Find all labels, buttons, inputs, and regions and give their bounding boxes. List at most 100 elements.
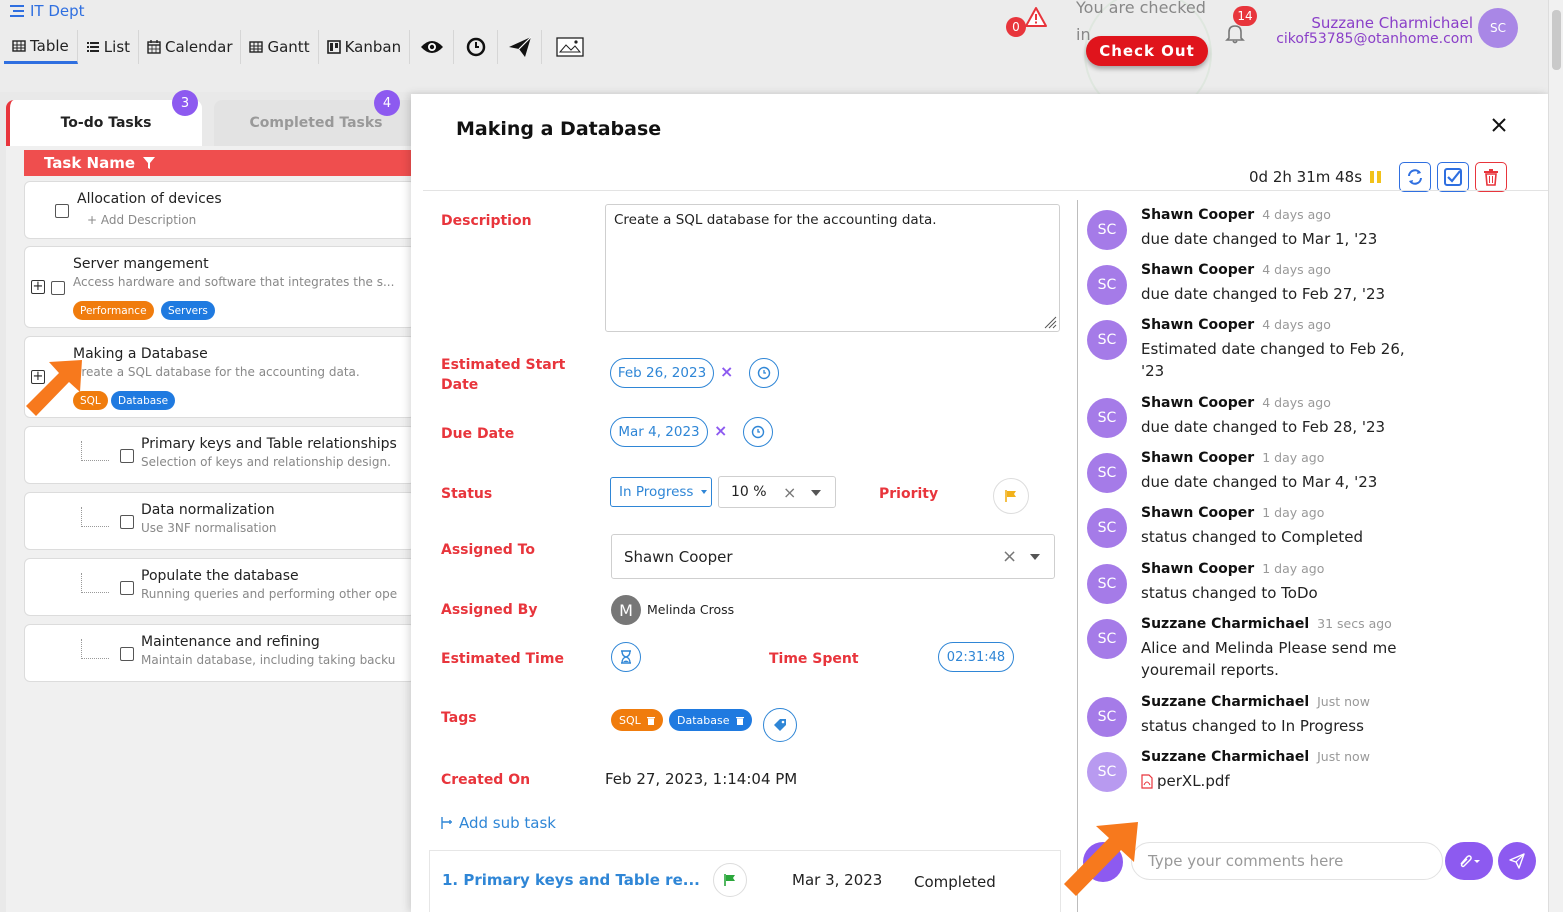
activity-avatar: SC [1087, 697, 1127, 737]
tab-kanban[interactable]: Kanban [319, 30, 411, 64]
tab-todo-tasks[interactable]: To-do Tasks 3 [6, 90, 202, 146]
mark-complete-button[interactable] [1437, 162, 1469, 192]
eye-icon [420, 41, 443, 53]
description-text: Create a SQL database for the accounting… [614, 212, 937, 228]
tab-completed-tasks[interactable]: Completed Tasks 4 [214, 90, 418, 146]
activity-text: due date changed to Mar 1, '23 [1141, 230, 1378, 248]
header-divider [423, 190, 1548, 191]
attach-button[interactable] [1445, 842, 1493, 880]
task-desc: Running queries and performing other ope [141, 587, 398, 601]
tab-list[interactable]: List [78, 30, 140, 64]
image-button[interactable] [542, 30, 598, 64]
scrollbar-thumb[interactable] [1552, 10, 1561, 70]
estimated-time-button[interactable] [611, 642, 641, 672]
attachment-link[interactable]: perXL.pdf [1141, 770, 1421, 792]
due-date-pill[interactable]: Mar 4, 2023 [610, 417, 708, 447]
chevron-down-icon[interactable] [1030, 554, 1040, 560]
user-name[interactable]: Suzzane Charmichael [1311, 14, 1473, 32]
tree-connector [81, 639, 109, 659]
time-spent-pill[interactable]: 02:31:48 [938, 642, 1014, 672]
calendar-icon [147, 40, 161, 54]
task-checkbox[interactable] [120, 515, 134, 529]
tab-gantt[interactable]: Gantt [241, 30, 319, 64]
clock-button[interactable] [454, 30, 499, 64]
expand-icon[interactable]: + [31, 280, 45, 294]
task-row[interactable]: Allocation of devices + Add Description [24, 181, 416, 239]
tab-table-label: Table [30, 36, 69, 55]
close-icon[interactable] [1488, 114, 1510, 136]
task-desc: Access hardware and software that integr… [73, 275, 395, 289]
clear-due-date-icon[interactable]: × [714, 421, 727, 440]
priority-button[interactable] [993, 478, 1029, 514]
task-checkbox[interactable] [120, 581, 134, 595]
refresh-button[interactable] [1399, 162, 1431, 192]
comment-input[interactable]: Type your comments here [1131, 842, 1443, 880]
dept-breadcrumb[interactable]: IT Dept [10, 2, 85, 20]
task-name-header[interactable]: Task Name [24, 150, 416, 176]
subtask-row[interactable]: Data normalization Use 3NF normalisation [24, 492, 416, 550]
activity-author: Shawn Cooper [1141, 395, 1255, 411]
eye-button[interactable] [410, 30, 455, 64]
clear-est-start-icon[interactable]: × [720, 362, 733, 381]
check-out-button[interactable]: Check Out [1086, 36, 1208, 66]
description-textarea[interactable]: Create a SQL database for the accounting… [605, 204, 1060, 332]
resize-handle-icon[interactable] [1043, 315, 1057, 329]
task-checkbox[interactable] [51, 281, 65, 295]
due-date-clock-button[interactable] [743, 417, 773, 447]
status-select[interactable]: In Progress [610, 477, 712, 507]
progress-select[interactable]: 10 % × [718, 476, 836, 508]
todo-count-badge: 3 [172, 90, 198, 116]
activity-time: 1 day ago [1262, 450, 1325, 465]
modal-tag-database[interactable]: Database [669, 709, 752, 731]
warning-icon[interactable] [1024, 6, 1048, 28]
image-icon [556, 37, 584, 57]
trash-icon [1484, 169, 1498, 186]
clear-progress-icon[interactable]: × [783, 483, 796, 502]
subtask-row[interactable]: Primary keys and Table relationships Sel… [24, 426, 416, 484]
subtask-name-link[interactable]: 1. Primary keys and Table re... [442, 871, 700, 889]
task-checkbox[interactable] [120, 647, 134, 661]
tab-calendar[interactable]: Calendar [139, 30, 242, 64]
est-start-date-pill[interactable]: Feb 26, 2023 [610, 358, 714, 388]
add-description-link[interactable]: + Add Description [87, 213, 196, 227]
pause-icon[interactable] [1370, 171, 1382, 183]
activity-avatar: SC [1087, 752, 1127, 792]
task-row[interactable]: + Server mangement Access hardware and s… [24, 246, 416, 328]
send-button[interactable] [498, 30, 543, 64]
est-start-clock-button[interactable] [749, 358, 779, 388]
user-avatar[interactable]: SC [1478, 8, 1518, 48]
assigned-to-select[interactable]: Shawn Cooper × [611, 534, 1055, 579]
activity-author: Suzzane Charmichael [1141, 749, 1310, 765]
activity-text: status changed to ToDo [1141, 584, 1318, 602]
activity-author: Shawn Cooper [1141, 505, 1255, 521]
warning-count-badge: 0 [1006, 17, 1026, 37]
task-checkbox[interactable] [55, 204, 69, 218]
tab-table[interactable]: Table [4, 30, 78, 64]
menu-icon [10, 5, 24, 17]
subtask-priority-button[interactable] [713, 863, 747, 897]
filter-icon[interactable] [143, 157, 156, 169]
add-tag-button[interactable] [763, 708, 797, 742]
comment-placeholder: Type your comments here [1148, 852, 1344, 870]
progress-value: 10 % [731, 484, 767, 500]
status-label: Status [441, 486, 493, 502]
subtask-row[interactable]: Populate the database Running queries an… [24, 558, 416, 616]
activity-avatar: SC [1087, 564, 1127, 604]
tab-kanban-label: Kanban [344, 38, 402, 56]
created-on-label: Created On [441, 772, 531, 788]
subtask-table-row[interactable]: 1. Primary keys and Table re... Mar 3, 2… [429, 850, 1061, 912]
modal-tag-sql[interactable]: SQL [611, 709, 663, 731]
task-checkbox[interactable] [120, 449, 134, 463]
activity-time: Just now [1317, 749, 1370, 764]
trash-icon[interactable] [646, 716, 655, 725]
delete-button[interactable] [1475, 162, 1507, 192]
status-value: In Progress [619, 484, 694, 500]
clear-assignee-icon[interactable]: × [1002, 546, 1017, 567]
chevron-down-icon[interactable] [811, 490, 821, 496]
page-scrollbar[interactable] [1548, 0, 1563, 912]
subtask-row[interactable]: Maintenance and refining Maintain databa… [24, 624, 416, 682]
add-subtask-link[interactable]: Add sub task [439, 814, 556, 832]
list-icon [86, 42, 99, 52]
send-comment-button[interactable] [1498, 842, 1536, 880]
trash-icon[interactable] [735, 716, 744, 725]
